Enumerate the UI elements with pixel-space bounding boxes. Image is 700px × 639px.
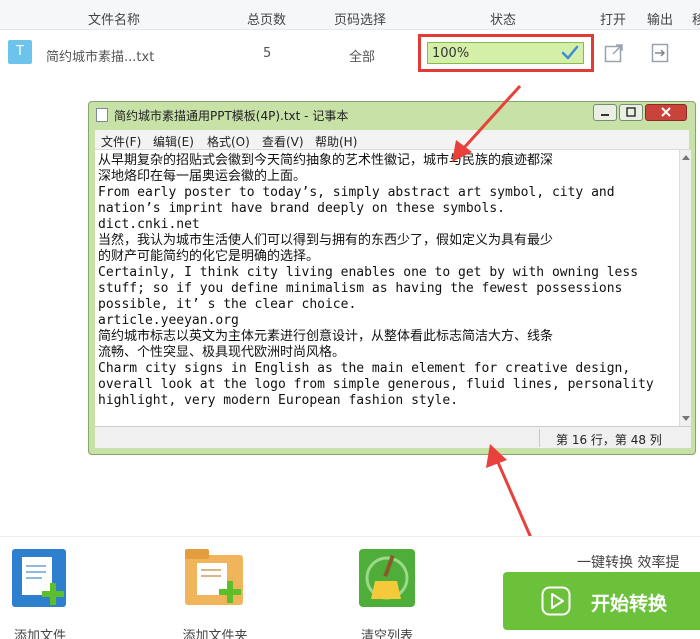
text-line: 的财产可能简约的化它是明确的选择。 (98, 249, 320, 264)
output-folder-icon[interactable] (651, 43, 669, 63)
maximize-icon (626, 107, 636, 117)
notepad-menubar: 文件(F) 编辑(E) 格式(O) 查看(V) 帮助(H) (95, 130, 689, 150)
text-line: 当然，我认为城市生活使人们可以得到与拥有的东西少了，假如定义为具有最少 (98, 233, 554, 248)
scroll-up-arrow-icon[interactable] (682, 155, 690, 160)
add-file-label: 添加文件 (13, 629, 66, 639)
start-convert-button[interactable]: 开始转换 (503, 572, 700, 630)
file-list-header: 文件名称 总页数 页码选择 状态 打开 输出 移 (0, 0, 700, 30)
scroll-down-arrow-icon[interactable] (682, 416, 690, 421)
file-page-select[interactable]: 全部 (349, 46, 375, 65)
text-line: 深地烙印在每一届奥运会徽的上面。 (98, 169, 307, 184)
text-line: 从早期复杂的招贴式会徽到今天简约抽象的艺术性徽记，城市与民族的痕迹都深 (98, 153, 554, 168)
menu-view[interactable]: 查看(V) (262, 133, 304, 150)
add-file-icon (12, 549, 66, 607)
text-line: 流畅、个性突显、极具现代欧洲时尚风格。 (98, 345, 346, 360)
file-row[interactable]: T 简约城市素描...txt 5 全部 (0, 31, 700, 77)
column-extra: 移 (692, 13, 700, 28)
column-open: 打开 (600, 13, 627, 28)
file-total-pages: 5 (263, 46, 272, 61)
column-page-select: 页码选择 (334, 13, 387, 28)
menu-help[interactable]: 帮助(H) (315, 133, 357, 150)
notepad-text-area[interactable]: 从早期复杂的招贴式会徽到今天简约抽象的艺术性徽记，城市与民族的痕迹都深 深地烙印… (95, 150, 679, 426)
cursor-position: 第 16 行，第 48 列 (556, 433, 662, 447)
column-total-pages: 总页数 (247, 13, 287, 28)
text-line: nation’s imprint have brand deeply on th… (98, 201, 505, 216)
notepad-titlebar[interactable]: 简约城市素描通用PPT模板(4P).txt - 记事本 (89, 102, 695, 128)
notepad-window[interactable]: 简约城市素描通用PPT模板(4P).txt - 记事本 文件(F) 编辑(E) … (88, 101, 696, 455)
text-line: Charm city signs in English as the main … (98, 361, 631, 376)
add-file-button[interactable]: 添加文件 (0, 547, 80, 639)
add-folder-icon (185, 549, 243, 605)
close-button[interactable] (645, 104, 687, 121)
converter-app: 文件名称 总页数 页码选择 状态 打开 输出 移 T 简约城市素描...txt … (0, 0, 700, 639)
text-line: 简约城市标志以英文为主体元素进行创意设计，从整体看此标志简洁大方、线条 (98, 329, 554, 344)
progress-text: 100% (432, 46, 470, 61)
maximize-button[interactable] (619, 104, 643, 121)
column-output: 输出 (647, 13, 674, 28)
bottom-toolbar: 添加文件 添加文件夹 清空列表 一键转换 效率提 开始转换 (0, 536, 700, 639)
broom-icon (359, 549, 415, 607)
text-line: article.yeeyan.org (98, 313, 239, 328)
start-convert-label: 开始转换 (591, 593, 668, 615)
text-line: possible, it’ s the clear choice. (98, 297, 357, 312)
vertical-scrollbar[interactable] (679, 150, 691, 426)
text-line: dict.cnki.net (98, 217, 200, 232)
add-folder-button[interactable]: 添加文件夹 (175, 547, 255, 639)
file-name: 简约城市素描...txt (46, 50, 155, 65)
menu-file[interactable]: 文件(F) (101, 133, 141, 150)
open-external-icon[interactable] (604, 43, 624, 63)
clear-list-button[interactable]: 清空列表 (347, 547, 427, 639)
notepad-title: 简约城市素描通用PPT模板(4P).txt - 记事本 (114, 109, 349, 123)
add-folder-label: 添加文件夹 (182, 629, 248, 639)
text-line: Certainly, I think city living enables o… (98, 265, 639, 280)
clear-list-label: 清空列表 (360, 629, 413, 639)
column-status: 状态 (490, 13, 517, 28)
tip-text: 一键转换 效率提 (577, 555, 680, 571)
column-file-name: 文件名称 (88, 13, 141, 28)
minimize-button[interactable] (593, 104, 617, 121)
text-line: stuff; so if you define minimalism as ha… (98, 281, 623, 296)
play-icon (541, 586, 571, 616)
check-icon (561, 45, 579, 60)
notepad-app-icon (96, 108, 108, 122)
minimize-icon (601, 114, 609, 116)
text-line: highlight, very modern European fashion … (98, 393, 459, 408)
status-separator (539, 429, 540, 447)
txt-file-icon: T (8, 40, 32, 64)
notepad-statusbar: 第 16 行，第 48 列 (95, 426, 691, 448)
menu-format[interactable]: 格式(O) (207, 133, 250, 150)
close-icon (661, 107, 671, 117)
text-line: From early poster to today’s, simply abs… (98, 185, 615, 200)
text-line: overall look at the logo from simple gen… (98, 377, 654, 392)
conversion-progress-bar: 100% (427, 42, 584, 64)
menu-edit[interactable]: 编辑(E) (153, 133, 194, 150)
